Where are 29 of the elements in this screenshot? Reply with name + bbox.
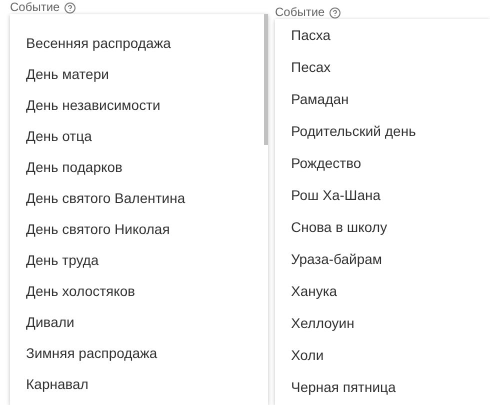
menu-item[interactable]: День независимости [10,90,264,121]
menu-item[interactable]: Ураза-байрам [275,243,490,275]
menu-item[interactable]: Пасха [275,19,490,51]
menu-item[interactable]: Черная пятница [275,371,490,403]
menu-item[interactable]: День святого Николая [10,214,264,245]
menu-item[interactable]: Карнавал [10,369,264,400]
menu-item[interactable]: День отца [10,121,264,152]
menu-item[interactable]: Рождество [275,147,490,179]
scrollbar-thumb[interactable] [264,14,268,145]
menu-item[interactable]: Дивали [10,307,264,338]
field-label: Событие [10,1,60,14]
menu-item[interactable]: День матери [10,59,264,90]
help-icon[interactable] [64,2,76,14]
menu-item[interactable]: Холи [275,339,490,371]
menu-item[interactable]: Снова в школу [275,211,490,243]
menu-item[interactable]: День святого Валентина [10,183,264,214]
menu-item[interactable]: Родительский день [275,115,490,147]
menu-item[interactable]: Песах [275,51,490,83]
menu-item[interactable]: Весенняя распродажа [10,28,264,59]
menu-item[interactable]: Хеллоуин [275,307,490,339]
menu-item[interactable]: Рош Ха-Шана [275,179,490,211]
menu-item[interactable]: День труда [10,245,264,276]
menu-item[interactable]: Рамадан [275,83,490,115]
help-icon[interactable] [328,6,341,18]
menu-item[interactable]: День холостяков [10,276,264,307]
menu-item[interactable]: Ханука [275,275,490,307]
menu-item[interactable]: День подарков [10,152,264,183]
menu-item[interactable]: Зимняя распродажа [10,338,264,369]
field-label: Событие [275,6,325,19]
